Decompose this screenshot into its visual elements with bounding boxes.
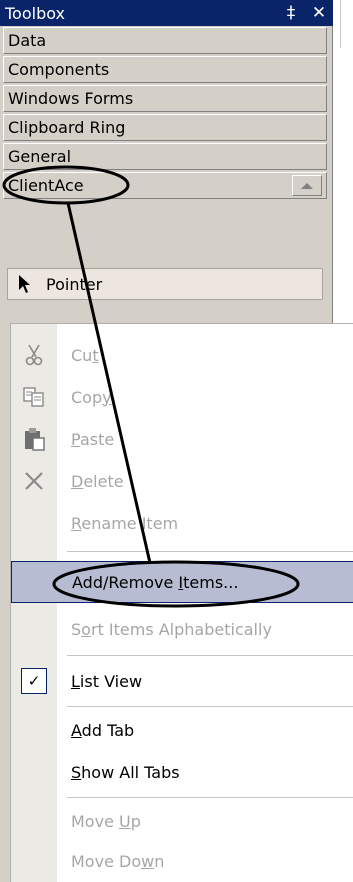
- chevron-up-icon: [301, 182, 313, 189]
- paste-icon: [11, 418, 57, 460]
- menu-separator: [67, 551, 353, 552]
- tab-clientace[interactable]: ClientAce: [3, 172, 327, 199]
- tab-clipboard-ring[interactable]: Clipboard Ring: [3, 114, 327, 141]
- scroll-up-button[interactable]: [292, 175, 322, 196]
- menu-item-label: Move Down: [71, 851, 165, 871]
- tab-general[interactable]: General: [3, 143, 327, 170]
- toolbox-title: Toolbox: [5, 3, 65, 23]
- menu-item-rename-item[interactable]: Rename Item: [11, 502, 353, 544]
- tab-label: ClientAce: [8, 176, 84, 195]
- tab-components[interactable]: Components: [3, 56, 327, 83]
- menu-separator: [67, 655, 353, 656]
- menu-item-label: List View: [71, 671, 143, 691]
- menu-separator: [67, 706, 353, 707]
- menu-item-list-view[interactable]: ✓ List View: [11, 660, 353, 702]
- menu-item-paste[interactable]: Paste: [11, 418, 353, 460]
- tab-label: General: [8, 147, 72, 166]
- menu-item-add-remove-items[interactable]: Add/Remove Items...: [11, 561, 353, 603]
- menu-item-sort-items-alphabetically[interactable]: Sort Items Alphabetically: [11, 608, 353, 650]
- pin-icon[interactable]: ‡: [277, 2, 305, 24]
- context-menu: Cut Copy Paste Delete Rename Item Add/Re…: [10, 323, 353, 882]
- menu-separator: [67, 797, 353, 798]
- checkmark-icon: ✓: [21, 668, 47, 694]
- delete-icon: [11, 460, 57, 502]
- menu-item-label: Cut: [71, 345, 99, 365]
- tab-data[interactable]: Data: [3, 27, 327, 54]
- tab-windows-forms[interactable]: Windows Forms: [3, 85, 327, 112]
- menu-item-label: Sort Items Alphabetically: [71, 619, 272, 639]
- menu-item-add-tab[interactable]: Add Tab: [11, 709, 353, 751]
- menu-item-label: Add/Remove Items...: [72, 572, 239, 592]
- pointer-arrow-icon: [19, 275, 30, 293]
- menu-item-label: Add Tab: [71, 720, 135, 740]
- menu-item-label: Rename Item: [71, 513, 179, 533]
- menu-item-label: Copy: [71, 387, 112, 407]
- menu-item-label: Delete: [71, 471, 124, 491]
- menu-item-cut[interactable]: Cut: [11, 334, 353, 376]
- close-icon[interactable]: ✕: [305, 2, 333, 24]
- scissors-icon: [11, 334, 57, 376]
- menu-item-move-up[interactable]: Move Up: [11, 801, 353, 841]
- menu-item-copy[interactable]: Copy: [11, 376, 353, 418]
- menu-item-show-all-tabs[interactable]: Show All Tabs: [11, 751, 353, 793]
- tab-label: Data: [8, 31, 47, 50]
- tab-label: Windows Forms: [8, 89, 134, 108]
- menu-item-delete[interactable]: Delete: [11, 460, 353, 502]
- toolbox-item-label: Pointer: [46, 274, 103, 294]
- menu-item-label: Paste: [71, 429, 115, 449]
- tab-label: Clipboard Ring: [8, 118, 126, 137]
- copy-icon: [11, 376, 57, 418]
- menu-item-label: Show All Tabs: [71, 762, 180, 782]
- divider: [340, 0, 341, 48]
- toolbox-titlebar[interactable]: Toolbox ‡ ✕: [0, 0, 333, 26]
- toolbox-item-pointer[interactable]: Pointer: [7, 268, 323, 300]
- tab-label: Components: [8, 60, 110, 79]
- menu-item-label: Move Up: [71, 811, 141, 831]
- menu-item-move-down[interactable]: Move Down: [11, 841, 353, 881]
